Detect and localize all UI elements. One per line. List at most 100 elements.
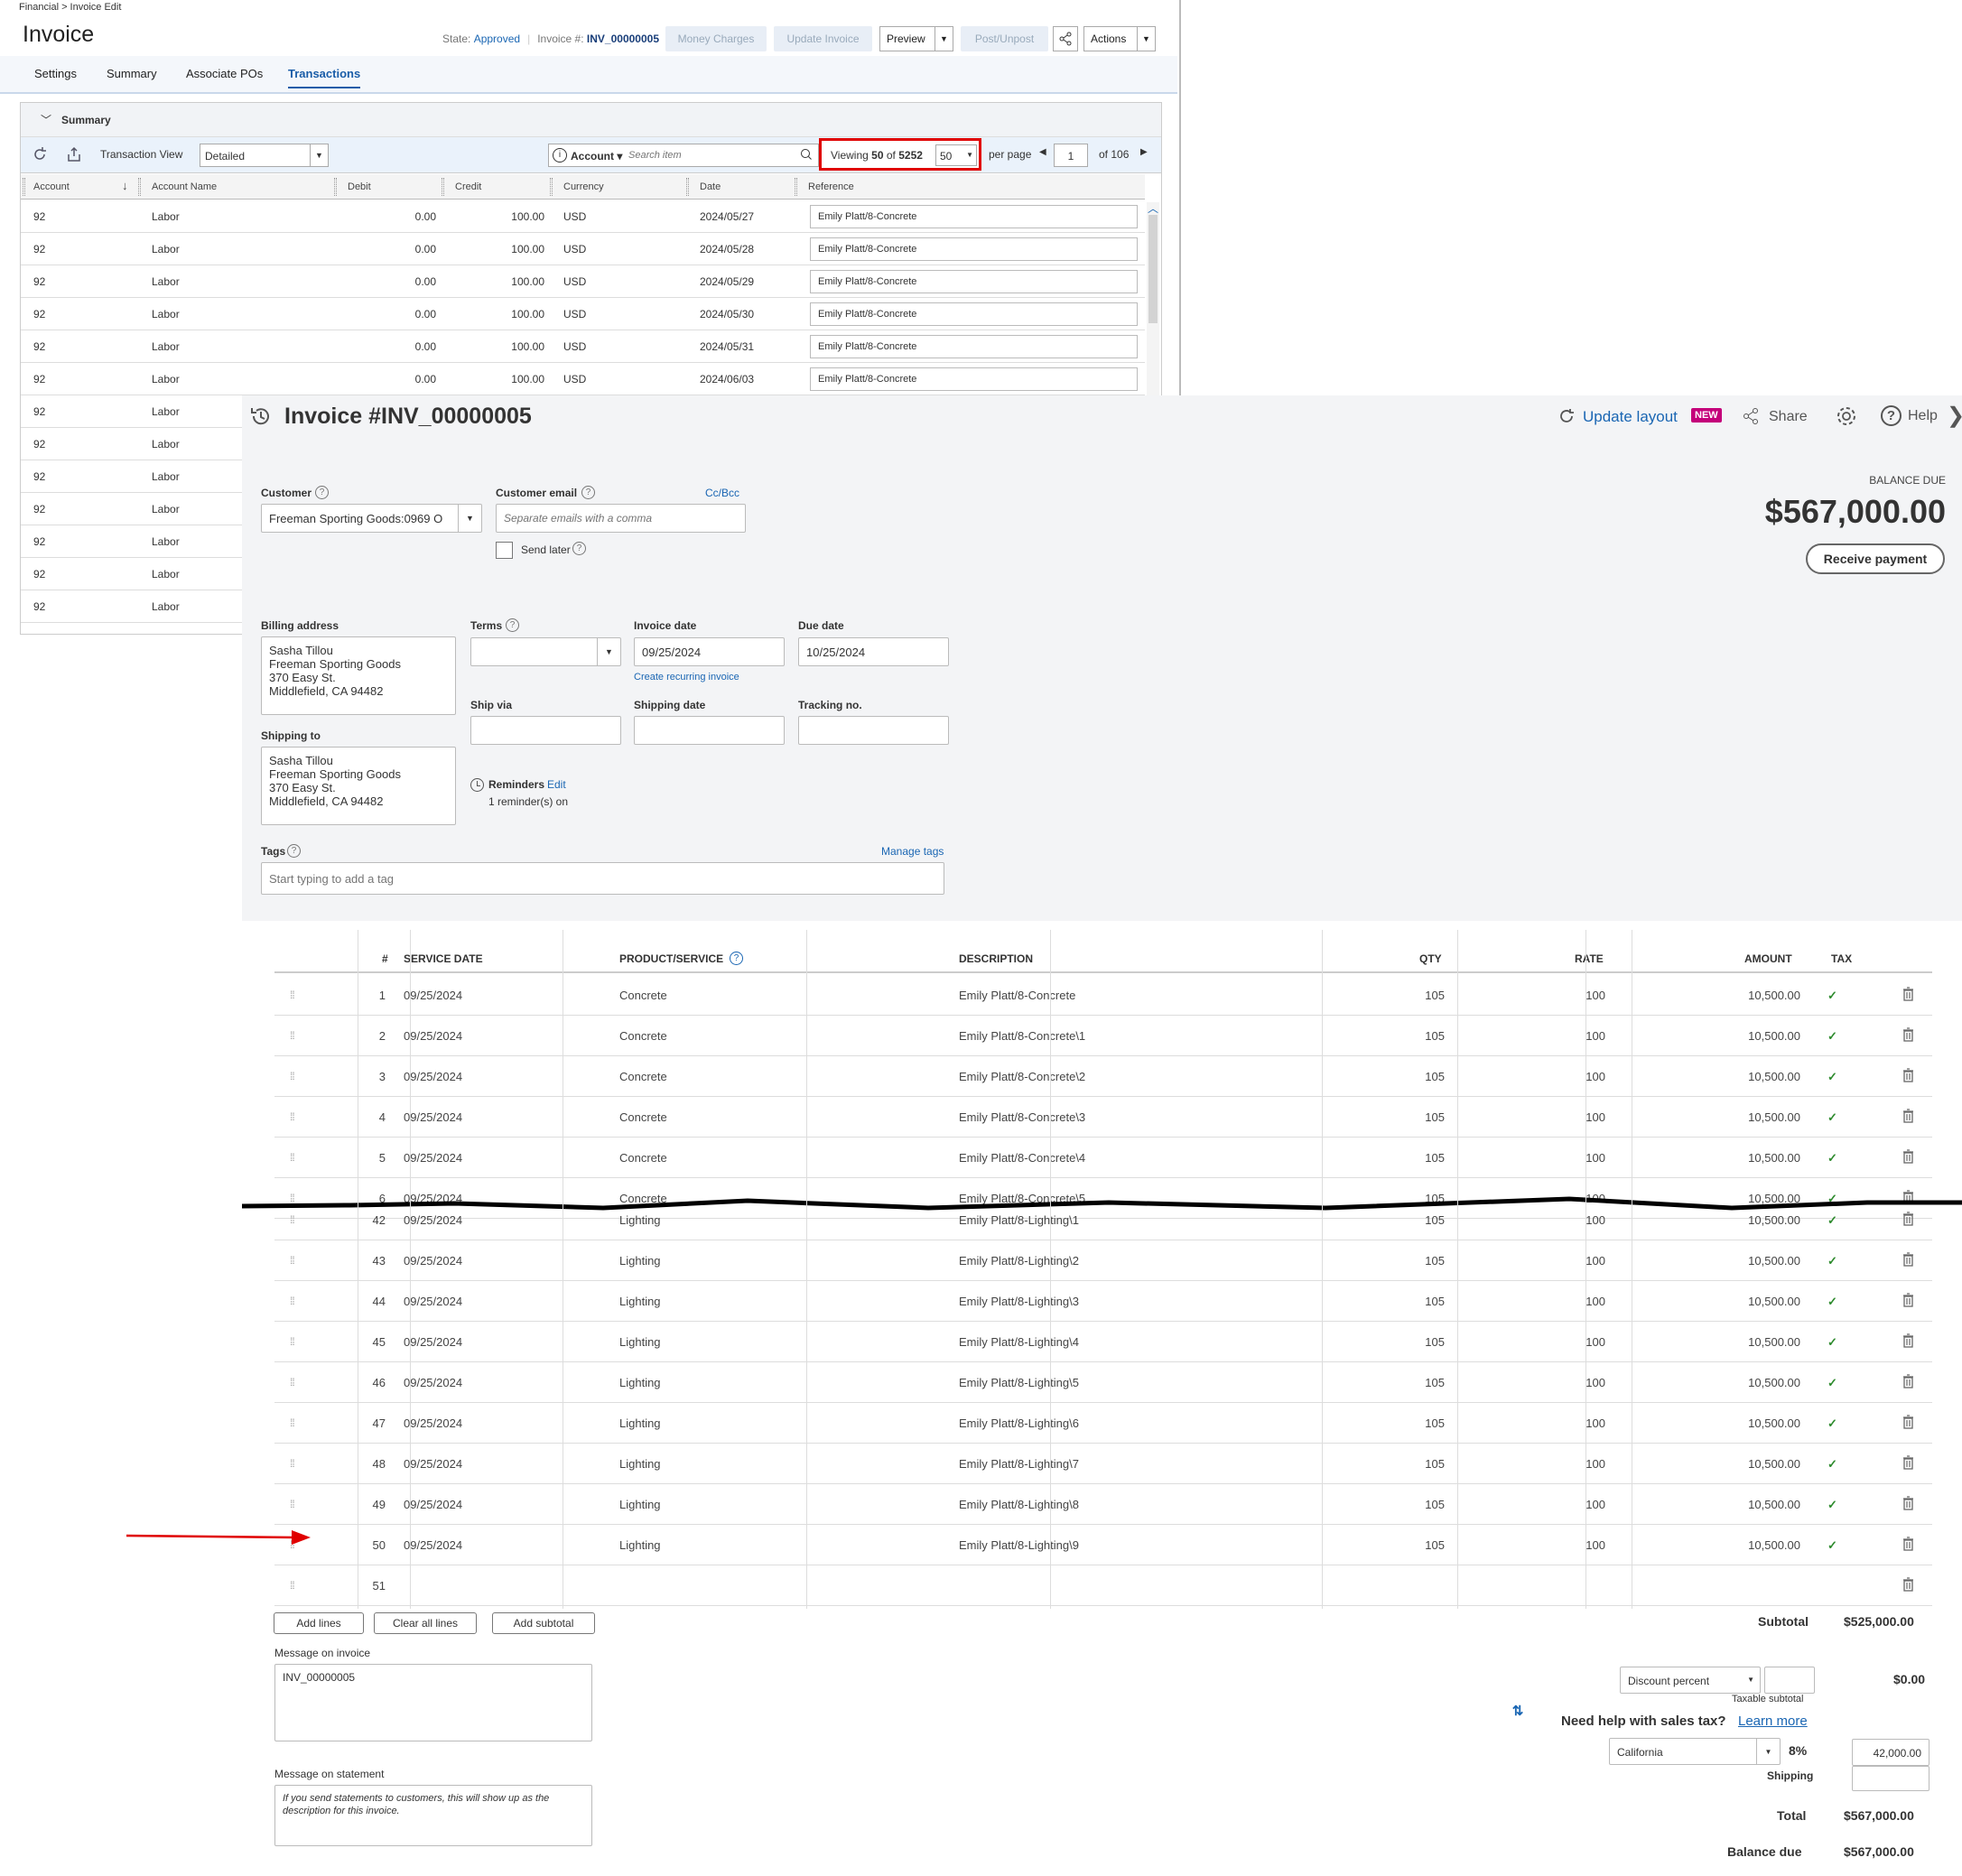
transaction-row[interactable]: 92 Labor 0.00 100.00 USD 2024/05/30 Emily Plat… xyxy=(21,298,1145,330)
cc-bcc-link[interactable]: Cc/Bcc xyxy=(705,487,739,499)
reference-input[interactable]: Emily Platt/8-Concrete xyxy=(810,237,1138,261)
drag-handle-icon[interactable]: ⁞⁞ xyxy=(290,1070,295,1082)
line-item-row[interactable]: ⁞⁞ 5 09/25/2024 Concrete Emily Platt/8-Concr… xyxy=(274,1138,1932,1178)
create-recurring-link[interactable]: Create recurring invoice xyxy=(634,672,739,683)
delete-icon[interactable] xyxy=(1902,1293,1914,1310)
column-account-name[interactable]: Account Name xyxy=(152,181,217,192)
help-icon[interactable]: ? xyxy=(581,486,595,499)
help-icon[interactable]: ? xyxy=(506,618,519,632)
manage-tags-link[interactable]: Manage tags xyxy=(881,845,944,858)
reference-input[interactable]: Emily Platt/8-Concrete xyxy=(810,335,1138,358)
due-date-input[interactable]: 10/25/2024 xyxy=(798,637,949,666)
export-icon[interactable] xyxy=(66,146,82,167)
receive-payment-button[interactable]: Receive payment xyxy=(1806,543,1945,574)
line-item-row[interactable]: ⁞⁞ 43 09/25/2024 Lighting Emily Platt/8-Ligh… xyxy=(274,1240,1932,1281)
drag-handle-icon[interactable]: ⁞⁞ xyxy=(290,1029,295,1042)
drag-handle-icon[interactable]: ⁞⁞ xyxy=(290,1151,295,1164)
drag-handle-icon[interactable]: ⁞⁞ xyxy=(290,1110,295,1123)
line-item-row[interactable]: ⁞⁞ 2 09/25/2024 Concrete Emily Platt/8-Concr… xyxy=(274,1016,1932,1056)
chevron-down-icon[interactable]: ▼ xyxy=(1137,27,1155,51)
transaction-row[interactable]: 92 Labor 0.00 100.00 USD 2024/06/03 Emily Plat… xyxy=(21,363,1145,395)
search-input[interactable] xyxy=(628,147,791,163)
page-size-select[interactable]: 50 ▼ xyxy=(935,144,977,166)
chevron-down-icon[interactable]: ﹀ xyxy=(41,112,51,127)
shipping-amount-input[interactable] xyxy=(1852,1766,1929,1791)
shipping-date-input[interactable] xyxy=(634,716,785,745)
tab-associate-pos[interactable]: Associate POs xyxy=(186,67,263,80)
add-subtotal-button[interactable]: Add subtotal xyxy=(492,1612,595,1634)
help-icon[interactable]: ? xyxy=(287,844,301,858)
help-icon[interactable]: ? xyxy=(315,486,329,499)
line-item-row[interactable]: ⁞⁞ 51 xyxy=(274,1565,1932,1606)
delete-icon[interactable] xyxy=(1902,1109,1914,1126)
help-icon[interactable]: ? xyxy=(1881,405,1902,426)
line-item-row[interactable]: ⁞⁞ 3 09/25/2024 Concrete Emily Platt/8-Concr… xyxy=(274,1056,1932,1097)
discount-input[interactable] xyxy=(1764,1667,1815,1694)
line-item-row[interactable]: ⁞⁞ 47 09/25/2024 Lighting Emily Platt/8-Ligh… xyxy=(274,1403,1932,1444)
learn-more-link[interactable]: Learn more xyxy=(1738,1713,1808,1729)
line-item-row[interactable]: ⁞⁞ 48 09/25/2024 Lighting Emily Platt/8-Ligh… xyxy=(274,1444,1932,1484)
post-unpost-button[interactable]: Post/Unpost xyxy=(961,26,1048,51)
drag-handle-icon[interactable]: ⁞⁞ xyxy=(290,1457,295,1470)
line-item-row[interactable]: ⁞⁞ 50 09/25/2024 Lighting Emily Platt/8-Ligh… xyxy=(274,1525,1932,1565)
reference-input[interactable]: Emily Platt/8-Concrete xyxy=(810,270,1138,293)
drag-handle-icon[interactable]: ⁞⁞ xyxy=(290,1295,295,1307)
refresh-icon[interactable] xyxy=(32,146,48,167)
tracking-input[interactable] xyxy=(798,716,949,745)
breadcrumb[interactable]: Financial > Invoice Edit xyxy=(19,2,121,13)
share-icon[interactable] xyxy=(1742,407,1760,430)
transaction-row[interactable]: 92 Labor 0.00 100.00 USD 2024/05/28 Emily Plat… xyxy=(21,233,1145,265)
update-invoice-button[interactable]: Update Invoice xyxy=(774,26,872,51)
next-page-icon[interactable]: ▶ xyxy=(1140,147,1148,157)
delete-icon[interactable] xyxy=(1902,1027,1914,1045)
discount-select[interactable]: Discount percent ▼ xyxy=(1620,1667,1761,1694)
terms-select[interactable]: ▼ xyxy=(470,637,621,666)
tags-input[interactable] xyxy=(261,862,944,895)
reference-input[interactable]: Emily Platt/8-Concrete xyxy=(810,205,1138,228)
gear-icon[interactable] xyxy=(1835,404,1858,432)
delete-icon[interactable] xyxy=(1902,1415,1914,1432)
column-date[interactable]: Date xyxy=(700,181,721,192)
delete-icon[interactable] xyxy=(1902,987,1914,1004)
reference-input[interactable]: Emily Platt/8-Concrete xyxy=(810,302,1138,326)
chevron-down-icon[interactable]: ▼ xyxy=(1756,1739,1780,1764)
reference-input[interactable]: Emily Platt/8-Concrete xyxy=(810,367,1138,391)
share-icon[interactable] xyxy=(1053,26,1078,51)
customer-email-input[interactable] xyxy=(496,504,746,533)
reminders-edit-link[interactable]: Edit xyxy=(547,778,566,791)
search-icon[interactable] xyxy=(800,148,813,165)
drag-handle-icon[interactable]: ⁞⁞ xyxy=(290,1498,295,1510)
update-layout-link[interactable]: Update layout xyxy=(1583,408,1678,426)
recent-transactions-icon[interactable] xyxy=(249,404,273,432)
tax-amount-input[interactable]: 42,000.00 xyxy=(1852,1739,1929,1766)
help-label[interactable]: Help xyxy=(1908,408,1938,424)
delete-icon[interactable] xyxy=(1902,1496,1914,1513)
delete-icon[interactable] xyxy=(1902,1252,1914,1269)
scroll-up-icon[interactable]: ︿ xyxy=(1148,200,1158,216)
refresh-icon[interactable] xyxy=(1558,407,1576,430)
ship-via-input[interactable] xyxy=(470,716,621,745)
line-item-row[interactable]: ⁞⁞ 46 09/25/2024 Lighting Emily Platt/8-Ligh… xyxy=(274,1362,1932,1403)
column-account[interactable]: Account xyxy=(33,181,70,192)
delete-icon[interactable] xyxy=(1902,1374,1914,1391)
delete-icon[interactable] xyxy=(1902,1577,1914,1594)
summary-header[interactable]: ﹀ Summary xyxy=(21,103,1161,137)
chevron-down-icon[interactable]: ▼ xyxy=(597,638,620,665)
tax-region-select[interactable]: California ▼ xyxy=(1609,1738,1781,1765)
scrollbar-thumb[interactable] xyxy=(1148,215,1158,323)
chevron-down-icon[interactable]: ▼ xyxy=(458,505,481,532)
send-later-checkbox[interactable] xyxy=(496,542,513,559)
tax-swap-icon[interactable]: ⇅ xyxy=(1503,1697,1532,1726)
column-credit[interactable]: Credit xyxy=(455,181,481,192)
sort-down-icon[interactable]: ↓ xyxy=(122,179,128,192)
billing-address-field[interactable]: Sasha Tillou Freeman Sporting Goods 370 … xyxy=(261,636,456,715)
transaction-view-select[interactable]: Detailed ▼ xyxy=(200,144,329,167)
chevron-down-icon[interactable]: ▼ xyxy=(935,27,953,51)
add-lines-button[interactable]: Add lines xyxy=(274,1612,364,1634)
money-charges-button[interactable]: Money Charges xyxy=(665,26,767,51)
page-number-input[interactable]: 1 xyxy=(1054,144,1088,167)
drag-handle-icon[interactable]: ⁞⁞ xyxy=(290,1416,295,1429)
chevron-down-icon[interactable]: ▼ xyxy=(310,144,328,166)
previous-page-icon[interactable]: ◀ xyxy=(1039,147,1046,157)
line-item-row[interactable]: ⁞⁞ 1 09/25/2024 Concrete Emily Platt/8-Concr… xyxy=(274,975,1932,1016)
